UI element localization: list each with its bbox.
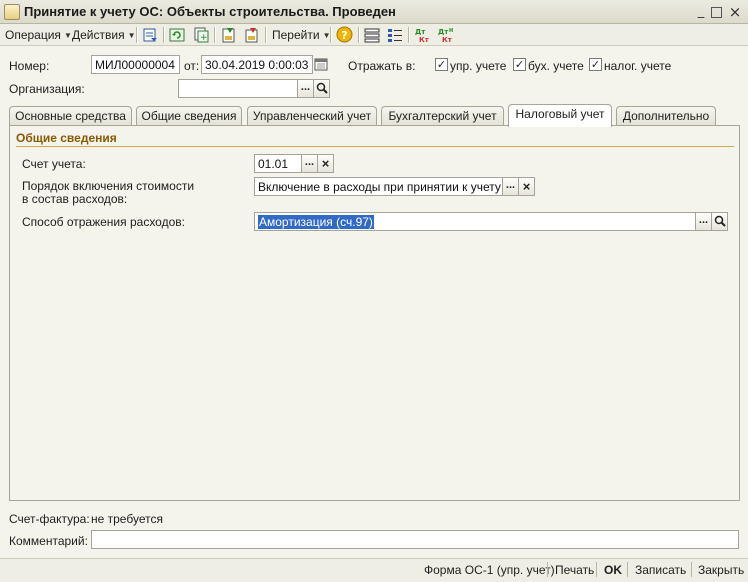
account-select-button[interactable]: ... [301,154,318,173]
footer-separator [627,562,628,577]
search-icon [714,215,726,227]
cost-order-label-line1: Порядок включения стоимости [22,179,195,193]
account-label: Счет учета: [22,157,86,171]
toolbar-separator [136,27,137,43]
comment-field[interactable] [91,530,739,549]
toolbar-separator [358,27,359,43]
organization-search-button[interactable] [313,79,330,98]
operation-menu-label: Операция [5,28,61,42]
expense-method-field[interactable]: Амортизация (сч.97) [254,212,696,231]
svg-text:Н: Н [449,28,453,34]
toolbar-separator [330,27,331,43]
cost-order-field[interactable]: Включение в расходы при принятии к учету [254,177,503,196]
actions-menu[interactable]: Действия ▼ [72,28,136,42]
tab-tax-accounting[interactable]: Налоговый учет [508,104,612,127]
section-divider [16,146,734,147]
goto-menu-label: Перейти [272,28,320,42]
goto-menu[interactable]: Перейти ▼ [272,28,330,42]
organization-label: Организация: [9,82,85,96]
comment-label: Комментарий: [9,534,88,548]
organization-select-button[interactable]: ... [297,79,314,98]
checkbox-accounting-label: бух. учете [528,59,584,73]
checkbox-tax-accounting[interactable]: ✓ [589,58,602,71]
toolbar-separator [265,27,266,43]
help-icon[interactable]: ? [336,26,353,43]
number-label: Номер: [9,59,50,73]
reflect-label: Отражать в: [348,59,416,73]
tab-accounting[interactable]: Бухгалтерский учет [381,106,504,126]
cost-order-clear-button[interactable]: × [518,177,535,196]
svg-text:Кт: Кт [419,36,430,44]
expense-method-label: Способ отражения расходов: [22,215,185,229]
calendar-icon[interactable] [314,57,328,71]
minimize-icon[interactable]: _ [694,5,708,19]
cost-order-label-line2: в состав расходов: [22,192,128,206]
svg-text:Дт: Дт [415,28,426,36]
close-button[interactable]: Закрыть [698,563,744,577]
account-clear-button[interactable]: × [317,154,334,173]
operation-menu[interactable]: Операция ▼ [5,28,72,42]
svg-text:Дт: Дт [438,28,449,36]
invoice-label: Счет-фактура: [9,512,90,526]
account-field[interactable]: 01.01 [254,154,302,173]
expense-method-search-button[interactable] [711,212,728,231]
actions-menu-label: Действия [72,28,125,42]
ok-button[interactable]: OK [604,563,622,577]
tab-general-info[interactable]: Общие сведения [136,106,242,126]
fill-icon[interactable] [221,27,237,43]
checkbox-accounting[interactable]: ✓ [513,58,526,71]
expense-method-value: Амортизация (сч.97) [258,215,374,229]
search-icon [316,82,328,94]
dt-kt-n-icon[interactable]: Дт Н Кт [437,26,455,44]
svg-text:+: + [200,33,208,43]
footer-separator [691,562,692,577]
checkbox-tax-label: налог. учете [604,59,672,73]
post-document-icon[interactable] [142,27,158,43]
toolbar-separator [408,27,409,43]
print-button[interactable]: Печать [555,563,594,577]
expense-method-select-button[interactable]: ... [695,212,712,231]
maximize-icon[interactable] [711,7,722,18]
document-icon [4,4,20,20]
checkbox-mgmt-accounting[interactable]: ✓ [435,58,448,71]
refresh-icon[interactable] [169,27,185,43]
window-title: Принятие к учету ОС: Объекты строительст… [24,4,396,19]
date-label: от: [184,59,200,73]
cost-order-select-button[interactable]: ... [502,177,519,196]
checkbox-mgmt-label: упр. учете [450,59,507,73]
tab-additional[interactable]: Дополнительно [616,106,716,126]
svg-text:Кт: Кт [442,36,453,44]
form-os1-button[interactable]: Форма ОС-1 (упр. учет) [424,563,555,577]
toolbar-separator [163,27,164,43]
organization-field[interactable] [178,79,298,98]
toolbar-separator [214,27,215,43]
list-settings-icon[interactable] [387,27,403,43]
attach-icon[interactable] [244,27,260,43]
dt-kt-icon[interactable]: ДтКт [414,26,432,44]
copy-icon[interactable]: + [193,27,209,43]
section-title: Общие сведения [16,131,117,145]
svg-text:?: ? [341,29,347,42]
dropdown-arrow-icon: ▼ [127,31,136,40]
footer-separator [596,562,597,577]
dropdown-arrow-icon: ▼ [63,31,72,40]
footer-separator [547,562,548,577]
date-field[interactable]: 30.04.2019 0:00:03 [201,55,313,74]
invoice-value: не требуется [91,512,163,526]
tab-management-accounting[interactable]: Управленческий учет [247,106,377,126]
save-button[interactable]: Записать [635,563,686,577]
number-field[interactable]: МИЛ00000004 [91,55,180,74]
tab-fixed-assets[interactable]: Основные средства [9,106,132,126]
close-icon[interactable]: × [728,5,742,20]
structure-icon[interactable] [364,27,380,43]
